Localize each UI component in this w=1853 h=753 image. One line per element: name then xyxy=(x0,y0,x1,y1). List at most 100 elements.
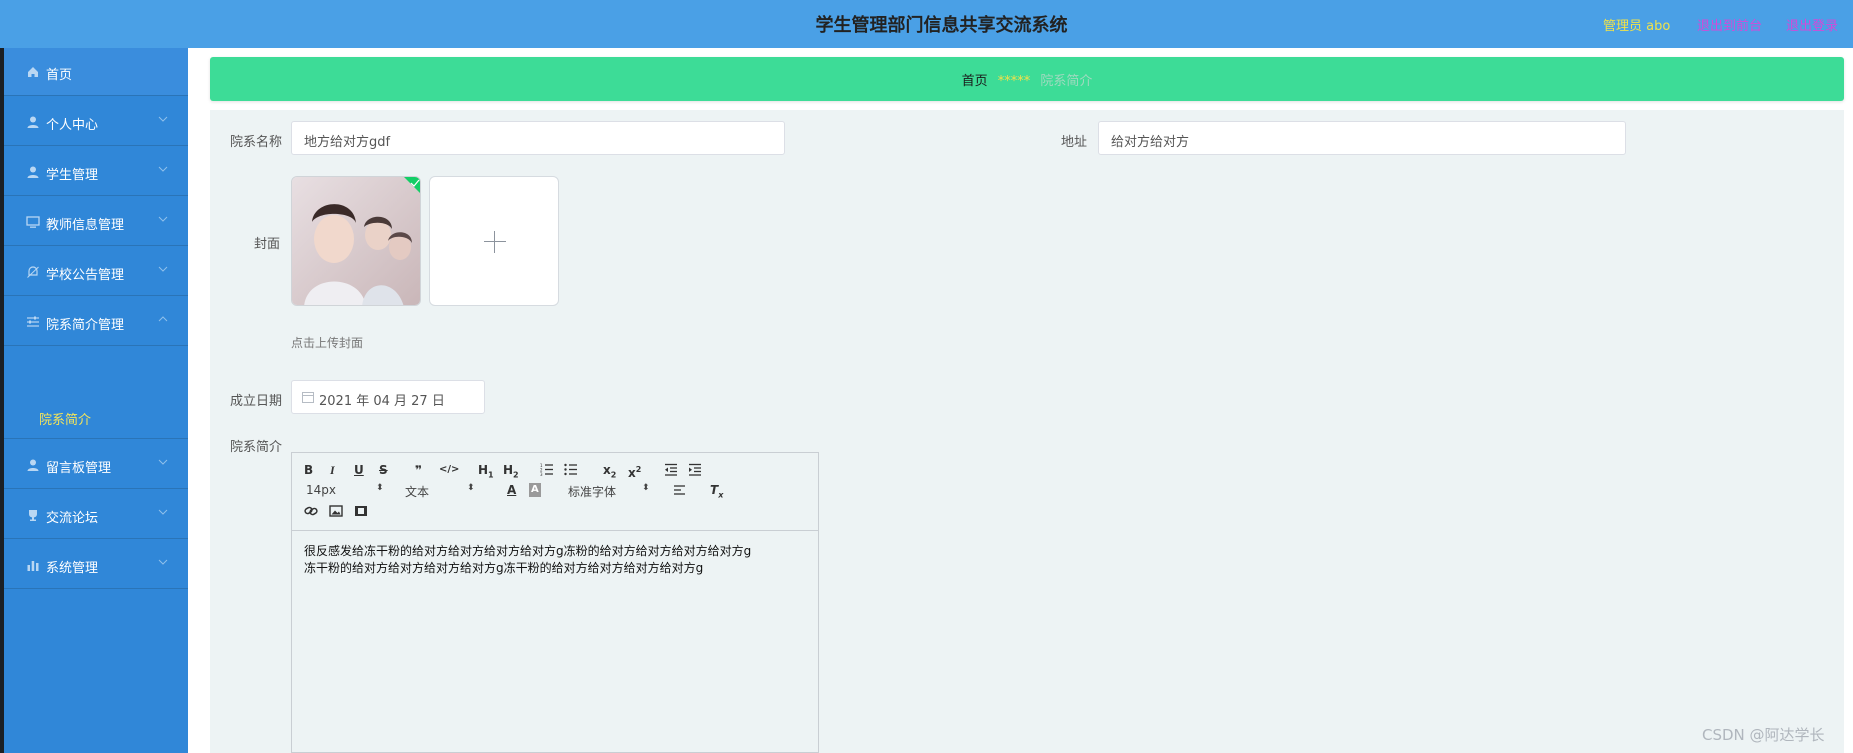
italic-icon[interactable]: I xyxy=(330,463,335,477)
superscript-icon[interactable]: x2 xyxy=(628,463,641,480)
heading1-icon[interactable]: H1 xyxy=(478,463,494,482)
rich-text-editor: B I U S ❞ </> H1 H2 123 x2 x2 14px ⬍ 文本 … xyxy=(291,452,819,753)
strikethrough-icon[interactable]: S xyxy=(379,463,388,477)
select-arrow-icon: ⬍ xyxy=(467,483,475,493)
user-icon xyxy=(27,166,39,178)
select-arrow-icon: ⬍ xyxy=(376,483,384,493)
chevron-down-icon xyxy=(158,216,168,222)
department-name-input[interactable]: 地方给对方gdf xyxy=(291,121,785,155)
chevron-up-icon xyxy=(158,316,168,322)
font-color-icon[interactable]: A xyxy=(507,483,516,497)
current-user-label: 管理员 abo xyxy=(1603,19,1671,34)
sidebar-item-label: 教师信息管理 xyxy=(46,218,125,233)
indent-icon[interactable] xyxy=(688,463,702,476)
sidebar-item-label: 个人中心 xyxy=(46,118,99,133)
calendar-icon xyxy=(302,392,314,403)
sidebar-subitem-department-intro[interactable]: 院系简介 xyxy=(4,395,188,439)
address-label: 地址 xyxy=(1061,135,1088,150)
sidebar-item-department-intro-management[interactable]: 院系简介管理 xyxy=(4,298,188,346)
founded-date-picker[interactable]: 2021 年 04 月 27 日 xyxy=(291,380,485,414)
trophy-icon xyxy=(29,510,37,521)
sidebar-item-label: 学生管理 xyxy=(46,168,99,183)
csdn-watermark: CSDN @阿达学长 xyxy=(1702,726,1825,744)
font-family-value: 标准字体 xyxy=(568,485,617,499)
breadcrumb-separator: ***** xyxy=(997,74,1031,89)
sidebar-item-home[interactable]: 首页 xyxy=(4,48,188,96)
top-bar: 学生管理部门信息共享交流系统 管理员 abo 退出到前台 退出登录 xyxy=(0,0,1853,48)
sidebar-item-label: 学校公告管理 xyxy=(46,268,125,283)
chevron-down-icon xyxy=(158,166,168,172)
font-family-select[interactable]: 标准字体 ⬍ xyxy=(568,483,658,500)
department-name-label: 院系名称 xyxy=(230,135,283,150)
upload-tip: 点击上传封面 xyxy=(291,336,364,350)
select-arrow-icon: ⬍ xyxy=(642,483,650,493)
sidebar-item-announcements[interactable]: 学校公告管理 xyxy=(4,248,188,296)
video-icon[interactable] xyxy=(354,505,368,517)
link-icon[interactable] xyxy=(304,505,318,517)
font-size-value: 14px xyxy=(306,483,336,497)
blockquote-icon[interactable]: ❞ xyxy=(415,463,422,477)
sidebar: 首页 个人中心 学生管理 教师信息管理 学校公告管理 院系简介管理 院系简介 留… xyxy=(4,48,188,753)
founded-date-label: 成立日期 xyxy=(230,394,283,409)
bell-icon xyxy=(27,266,39,278)
sidebar-item-message-board[interactable]: 留言板管理 xyxy=(4,441,188,489)
editor-content[interactable]: 很反感发给冻干粉的给对方给对方给对方给对方g冻粉的给对方给对方给对方给对方g 冻… xyxy=(304,543,751,577)
sidebar-item-personal-center[interactable]: 个人中心 xyxy=(4,98,188,146)
block-format-select[interactable]: 文本 ⬍ xyxy=(405,483,481,500)
edit-form: 院系名称 地方给对方gdf 地址 给对方给对方 封面 点击上传封面 成立日期 2… xyxy=(210,110,1844,753)
user-icon xyxy=(27,459,39,471)
sidebar-item-label: 系统管理 xyxy=(46,561,99,576)
subscript-icon[interactable]: x2 xyxy=(603,463,616,482)
sidebar-subitem-label: 院系简介 xyxy=(39,413,92,428)
breadcrumb: 首页 ***** 院系简介 xyxy=(210,57,1844,101)
svg-text:3: 3 xyxy=(540,472,543,476)
upload-cover-button[interactable] xyxy=(429,176,559,306)
chevron-down-icon xyxy=(158,459,168,465)
block-format-value: 文本 xyxy=(405,485,430,499)
user-icon xyxy=(27,116,39,128)
main-content: 首页 ***** 院系简介 院系名称 地方给对方gdf 地址 给对方给对方 封面 xyxy=(188,48,1853,753)
sidebar-item-label: 留言板管理 xyxy=(46,461,112,476)
sidebar-item-label: 交流论坛 xyxy=(46,511,99,526)
app-title: 学生管理部门信息共享交流系统 xyxy=(815,15,1068,36)
address-input[interactable]: 给对方给对方 xyxy=(1098,121,1626,155)
background-color-icon[interactable]: A xyxy=(529,483,541,497)
ordered-list-icon[interactable]: 123 xyxy=(540,463,554,476)
sidebar-item-student-management[interactable]: 学生管理 xyxy=(4,148,188,196)
founded-date-value: 2021 年 04 月 27 日 xyxy=(319,394,445,409)
monitor-icon xyxy=(26,216,40,228)
clear-format-icon[interactable]: Tx xyxy=(710,483,723,502)
cover-image-thumbnail[interactable] xyxy=(291,176,421,306)
image-icon[interactable] xyxy=(329,505,343,517)
font-size-select[interactable]: 14px ⬍ xyxy=(306,483,384,497)
cover-photo-image xyxy=(292,177,420,305)
heading2-icon[interactable]: H2 xyxy=(503,463,519,482)
editor-toolbar: B I U S ❞ </> H1 H2 123 x2 x2 14px ⬍ 文本 … xyxy=(292,453,818,531)
bullet-list-icon[interactable] xyxy=(564,463,578,476)
underline-icon[interactable]: U xyxy=(354,463,364,477)
sidebar-item-label: 首页 xyxy=(46,68,73,83)
breadcrumb-home[interactable]: 首页 xyxy=(962,74,988,89)
editor-content-line: 冻干粉的给对方给对方给对方给对方g冻干粉的给对方给对方给对方给对方g xyxy=(304,561,704,575)
editor-content-line: 很反感发给冻干粉的给对方给对方给对方给对方g冻粉的给对方给对方给对方给对方g xyxy=(304,544,752,558)
sidebar-item-label: 院系简介管理 xyxy=(46,318,125,333)
outdent-icon[interactable] xyxy=(664,463,678,476)
chevron-down-icon xyxy=(158,116,168,122)
breadcrumb-current: 院系简介 xyxy=(1040,74,1093,89)
sliders-icon xyxy=(27,316,39,327)
bold-icon[interactable]: B xyxy=(304,463,313,477)
sidebar-item-system-management[interactable]: 系统管理 xyxy=(4,541,188,589)
back-to-front-link[interactable]: 退出到前台 xyxy=(1697,15,1762,34)
cover-label: 封面 xyxy=(254,237,281,252)
home-icon xyxy=(28,67,38,77)
code-icon[interactable]: </> xyxy=(439,463,459,477)
intro-label: 院系简介 xyxy=(230,440,283,455)
logout-link[interactable]: 退出登录 xyxy=(1786,15,1838,34)
chevron-down-icon xyxy=(158,509,168,515)
chevron-down-icon xyxy=(158,266,168,272)
bar-chart-icon xyxy=(27,561,39,571)
chevron-down-icon xyxy=(158,559,168,565)
sidebar-item-forum[interactable]: 交流论坛 xyxy=(4,491,188,539)
align-left-icon[interactable] xyxy=(673,484,686,496)
sidebar-item-teacher-info[interactable]: 教师信息管理 xyxy=(4,198,188,246)
